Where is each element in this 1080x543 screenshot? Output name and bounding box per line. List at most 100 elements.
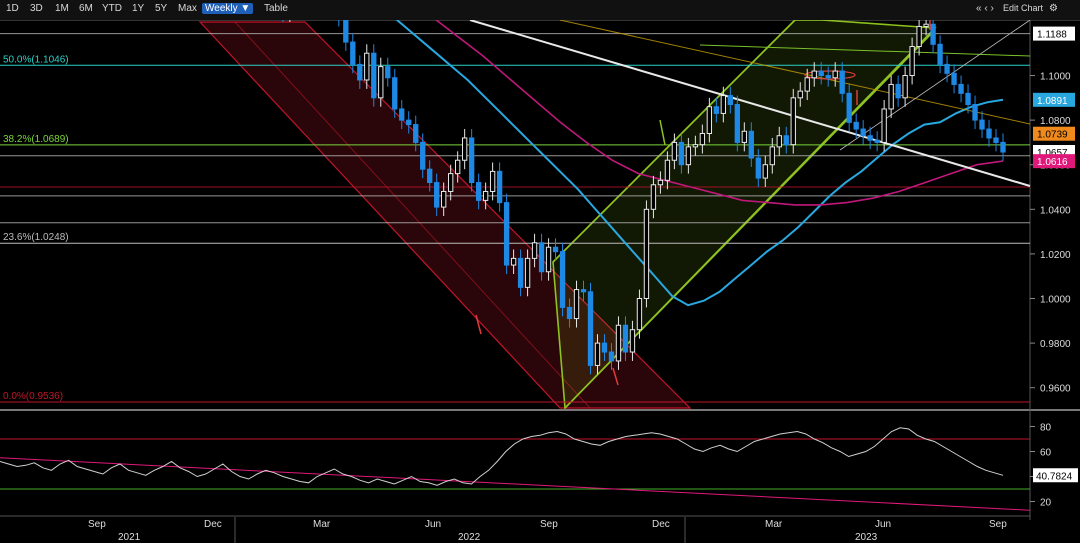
candle-down	[392, 77, 398, 110]
y-tick-label: 1.0000	[1040, 295, 1071, 306]
price-tag-label: 1.0739	[1037, 130, 1068, 141]
fib-label: 50.0%(1.1046)	[3, 54, 69, 65]
price-tag-label: 1.0616	[1037, 157, 1068, 168]
candle-up	[545, 246, 552, 273]
candle-up	[573, 289, 580, 320]
candle-down	[986, 128, 992, 139]
candle-up	[888, 83, 894, 110]
year-label: 2022	[458, 532, 481, 543]
candle-down	[343, 20, 349, 43]
range-1d-button[interactable]: 1D	[6, 3, 19, 14]
range-5y-button[interactable]: 5Y	[155, 3, 167, 14]
candle-down	[350, 41, 356, 65]
candle-up	[441, 190, 447, 208]
rsi-last-label: 40.7824	[1036, 471, 1073, 482]
candle-down	[972, 104, 978, 121]
price-tags: 1.11881.08911.07391.06571.0616	[1033, 26, 1075, 169]
time-axis: Sep Dec Mar Jun Sep Dec Mar Jun Sep 2021 2022 2023	[0, 515, 1030, 543]
range-1y-button[interactable]: 1Y	[132, 3, 144, 14]
candle-up	[881, 108, 887, 143]
candle-down	[475, 182, 482, 201]
candle-up	[643, 208, 650, 300]
candle-down	[399, 108, 405, 121]
candle-down	[587, 291, 594, 366]
candle-up	[461, 137, 468, 161]
gear-icon[interactable]: ⚙	[1049, 3, 1058, 14]
candle-up	[510, 257, 517, 266]
candle-down	[420, 141, 426, 170]
candle-up	[378, 66, 384, 99]
price-tag-label: 1.1188	[1037, 30, 1067, 41]
x-tick-label: Sep	[540, 519, 558, 530]
table-button[interactable]: Table	[264, 3, 288, 14]
candle-down	[867, 135, 873, 141]
arrow-icon	[659, 119, 666, 146]
rsi-tick-label: 20	[1040, 498, 1052, 509]
candle-up	[699, 132, 706, 146]
candle-up	[762, 164, 768, 179]
candle-down	[468, 137, 475, 184]
range-ytd-button[interactable]: YTD	[102, 3, 122, 14]
candle-down	[713, 106, 720, 114]
candle-down	[1000, 141, 1006, 153]
candle-up	[636, 298, 643, 331]
candle-down	[503, 202, 510, 266]
candle-down	[413, 124, 419, 143]
candle-up	[364, 52, 370, 81]
candle-down	[601, 342, 608, 353]
candle-down	[853, 121, 859, 130]
price-axis: 1.10001.08001.06001.04001.02001.00000.98…	[1030, 72, 1071, 395]
fib-label: 0.0%(0.9536)	[3, 391, 63, 402]
candle-down	[566, 306, 573, 320]
candle-down	[846, 92, 852, 123]
candle-down	[839, 70, 845, 94]
period-label: Weekly	[205, 3, 238, 14]
candle-down	[944, 63, 950, 74]
price-chart: 50.0%(1.1046) 38.2%(1.0689) 23.6%(1.0248) 0…	[0, 20, 1080, 543]
edit-chart-button[interactable]: Edit Chart	[1003, 3, 1043, 13]
candle-down	[993, 137, 999, 143]
candle-up	[489, 170, 496, 192]
candle-down	[385, 66, 391, 79]
chevron-down-icon: ▼	[240, 3, 251, 14]
candle-up	[706, 106, 713, 134]
range-max-button[interactable]: Max	[178, 3, 197, 14]
rsi-trendline	[0, 457, 1031, 511]
rsi-line	[0, 427, 1004, 486]
y-tick-label: 0.9800	[1040, 339, 1071, 350]
candle-down	[678, 141, 685, 166]
range-6m-button[interactable]: 6M	[79, 3, 93, 14]
nav-arrows-icon[interactable]: « ‹ ›	[976, 3, 994, 14]
candle-up	[531, 242, 538, 259]
candle-down	[517, 257, 524, 288]
candle-down	[427, 168, 433, 184]
up-channel	[552, 20, 937, 410]
period-dropdown[interactable]: Weekly ▼	[202, 3, 254, 14]
candle-up	[524, 257, 531, 288]
candle-down	[371, 52, 377, 99]
candle-up	[692, 144, 699, 148]
candle-down	[818, 70, 824, 77]
candle-up	[629, 329, 636, 353]
candle-up	[594, 342, 601, 366]
candle-down	[930, 23, 936, 45]
rsi-panel: 8060402040.7824	[0, 423, 1078, 511]
candle-down	[958, 83, 964, 94]
candle-down	[895, 83, 901, 99]
candle-up	[657, 179, 664, 186]
candle-up	[448, 173, 454, 192]
range-3d-button[interactable]: 3D	[30, 3, 43, 14]
fib-label: 23.6%(1.0248)	[3, 232, 69, 243]
x-tick-label: Dec	[204, 519, 222, 530]
x-tick-label: Mar	[313, 519, 331, 530]
candle-up	[769, 146, 775, 166]
y-tick-label: 0.9600	[1040, 384, 1071, 395]
candle-up	[482, 190, 489, 201]
down-channel-mid	[234, 21, 591, 409]
candle-down	[951, 72, 957, 85]
candle-down	[965, 92, 971, 106]
range-1m-button[interactable]: 1M	[55, 3, 69, 14]
fib-label: 38.2%(1.0689)	[3, 134, 69, 145]
candle-down	[937, 43, 943, 65]
candle-up	[902, 75, 908, 99]
